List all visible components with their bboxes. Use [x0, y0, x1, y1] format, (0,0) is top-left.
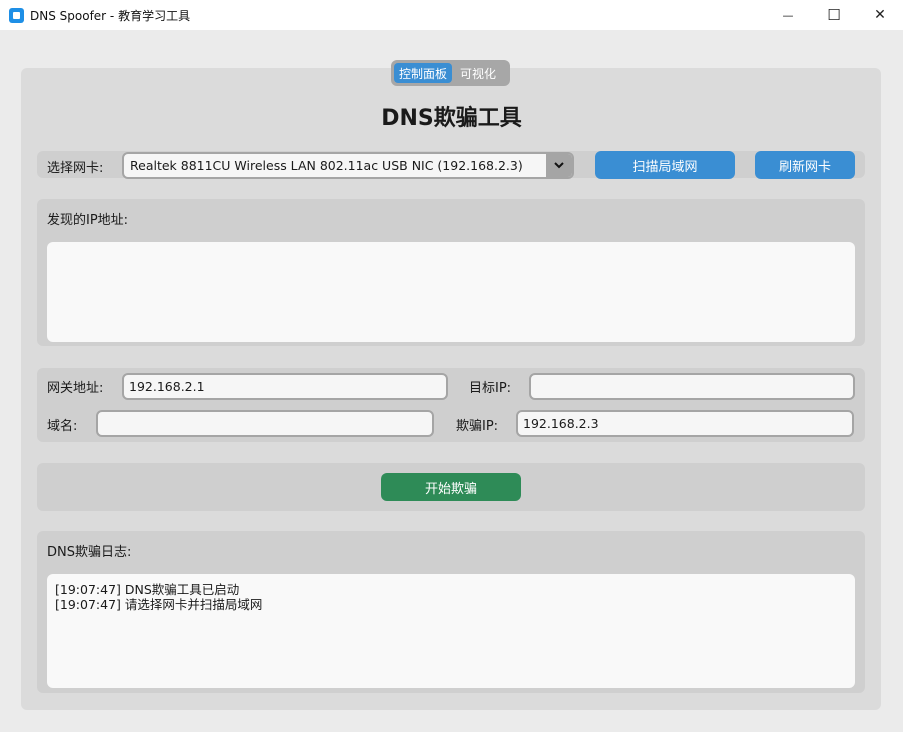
gateway-input[interactable]: 192.168.2.1	[122, 373, 448, 400]
close-button[interactable]: ✕	[857, 0, 903, 30]
discovered-ip-list[interactable]	[47, 242, 855, 342]
spoof-ip-label: 欺骗IP:	[456, 419, 499, 434]
chevron-down-icon[interactable]	[546, 154, 572, 177]
minimize-icon: —	[782, 8, 794, 22]
title-bar: DNS Spoofer - 教育学习工具 — ☐ ✕	[0, 0, 903, 30]
discovered-ip-label: 发现的IP地址:	[47, 213, 129, 228]
close-icon: ✕	[874, 7, 886, 23]
maximize-button[interactable]: ☐	[811, 0, 857, 30]
target-ip-label: 目标IP:	[469, 381, 512, 396]
adapter-select[interactable]: Realtek 8811CU Wireless LAN 802.11ac USB…	[122, 152, 574, 179]
domain-input[interactable]	[96, 410, 434, 437]
refresh-adapters-button[interactable]: 刷新网卡	[755, 151, 855, 179]
adapter-label: 选择网卡:	[47, 161, 104, 176]
app-icon	[9, 7, 24, 23]
log-textbox[interactable]: [19:07:47] DNS欺骗工具已启动 [19:07:47] 请选择网卡并扫…	[47, 574, 855, 688]
window-controls: — ☐ ✕	[765, 0, 903, 30]
tab-visualization[interactable]: 可视化	[455, 63, 501, 83]
gateway-label: 网关地址:	[47, 381, 104, 396]
start-spoof-button[interactable]: 开始欺骗	[381, 473, 521, 501]
log-line: [19:07:47] 请选择网卡并扫描局域网	[55, 597, 263, 612]
adapter-select-value: Realtek 8811CU Wireless LAN 802.11ac USB…	[130, 158, 523, 173]
tab-control-panel[interactable]: 控制面板	[394, 63, 453, 83]
minimize-button[interactable]: —	[765, 0, 811, 30]
tab-switcher: 控制面板 可视化	[391, 60, 510, 86]
target-ip-input[interactable]	[529, 373, 855, 400]
maximize-icon: ☐	[827, 6, 841, 24]
scan-lan-button[interactable]: 扫描局域网	[595, 151, 735, 179]
window-title: DNS Spoofer - 教育学习工具	[30, 8, 191, 23]
page-title: DNS欺骗工具	[381, 106, 522, 131]
log-line: [19:07:47] DNS欺骗工具已启动	[55, 582, 240, 597]
log-label: DNS欺骗日志:	[47, 545, 132, 560]
spoof-ip-input[interactable]: 192.168.2.3	[516, 410, 854, 437]
domain-label: 域名:	[47, 419, 78, 434]
